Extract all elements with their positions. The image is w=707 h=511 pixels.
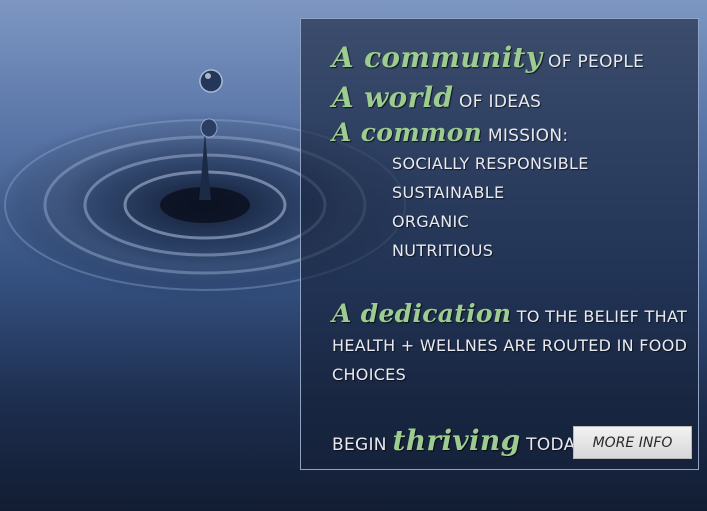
dedication-paragraph: A dedication to the belief that health +… (332, 299, 692, 389)
mission-item: nutritious (392, 241, 494, 260)
cta-highlight: thriving (392, 424, 521, 457)
mission-item: organic (392, 212, 470, 231)
common-highlight: A common (332, 118, 483, 147)
mission-item: socially responsible (392, 154, 589, 173)
community-highlight: A community (332, 41, 543, 74)
cta-pre: begin (332, 435, 387, 455)
common-rest: mission: (487, 126, 569, 146)
dedication-highlight: A dedication (332, 299, 512, 328)
community-rest: of people (548, 52, 645, 72)
mission-item: sustainable (392, 183, 505, 202)
common-line: A common mission: (332, 118, 568, 147)
world-rest: of ideas (459, 92, 542, 112)
cta-line: begin thriving today! (332, 424, 592, 457)
world-highlight: A world (332, 81, 454, 114)
info-panel: A community of people A world of ideas A… (300, 18, 699, 470)
community-line: A community of people (332, 41, 644, 74)
world-line: A world of ideas (332, 81, 541, 114)
more-info-button[interactable]: MORE INFO (573, 426, 692, 459)
